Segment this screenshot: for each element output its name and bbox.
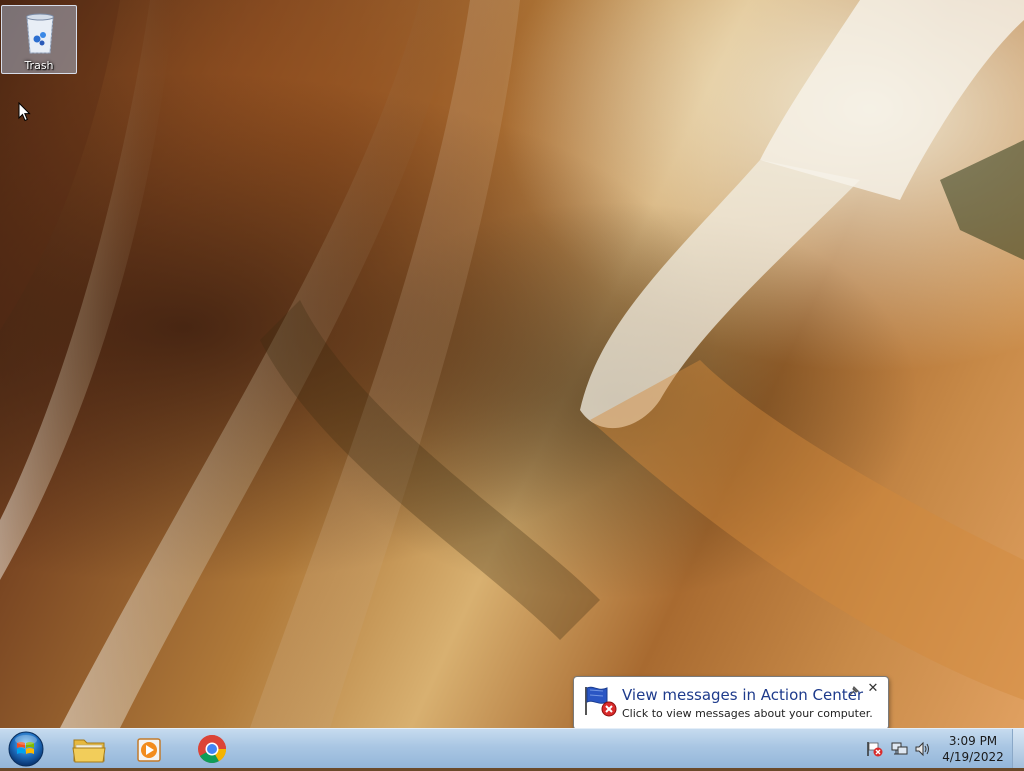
clock-date: 4/19/2022: [942, 750, 1004, 764]
show-desktop-button[interactable]: [1012, 729, 1024, 768]
desktop-icon-trash[interactable]: Trash: [1, 5, 77, 74]
start-button[interactable]: [4, 730, 48, 768]
desktop-icon-label: Trash: [24, 59, 54, 72]
action-center-notification[interactable]: View messages in Action Center Click to …: [573, 676, 889, 730]
notification-text: Click to view messages about your comput…: [622, 707, 873, 720]
notification-close-button[interactable]: ✕: [866, 682, 880, 696]
recycle-bin-icon: [22, 9, 58, 58]
windows-start-orb-icon: [8, 731, 44, 767]
pin-icon: [848, 685, 860, 700]
folder-icon: [72, 739, 106, 763]
chrome-icon: [198, 735, 226, 763]
notification-title: View messages in Action Center: [622, 686, 864, 704]
desktop-wallpaper[interactable]: [0, 0, 1024, 728]
tray-volume-icon[interactable]: [914, 741, 932, 760]
action-center-flag-icon: [583, 685, 617, 720]
tray-action-center-icon[interactable]: [866, 741, 884, 760]
clock-time: 3:09 PM: [948, 734, 998, 748]
taskbar-chrome-button[interactable]: [185, 731, 239, 767]
wallpaper-art: [0, 0, 1024, 728]
taskbar-media-player-button[interactable]: [122, 731, 176, 767]
taskbar-clock[interactable]: 3:09 PM 4/19/2022: [940, 733, 1006, 765]
tray-network-icon[interactable]: [891, 741, 909, 760]
taskbar: 3:09 PM 4/19/2022: [0, 728, 1024, 768]
media-player-icon: [137, 738, 161, 762]
taskbar-explorer-button[interactable]: [62, 731, 116, 767]
mouse-cursor-icon: [18, 101, 32, 125]
